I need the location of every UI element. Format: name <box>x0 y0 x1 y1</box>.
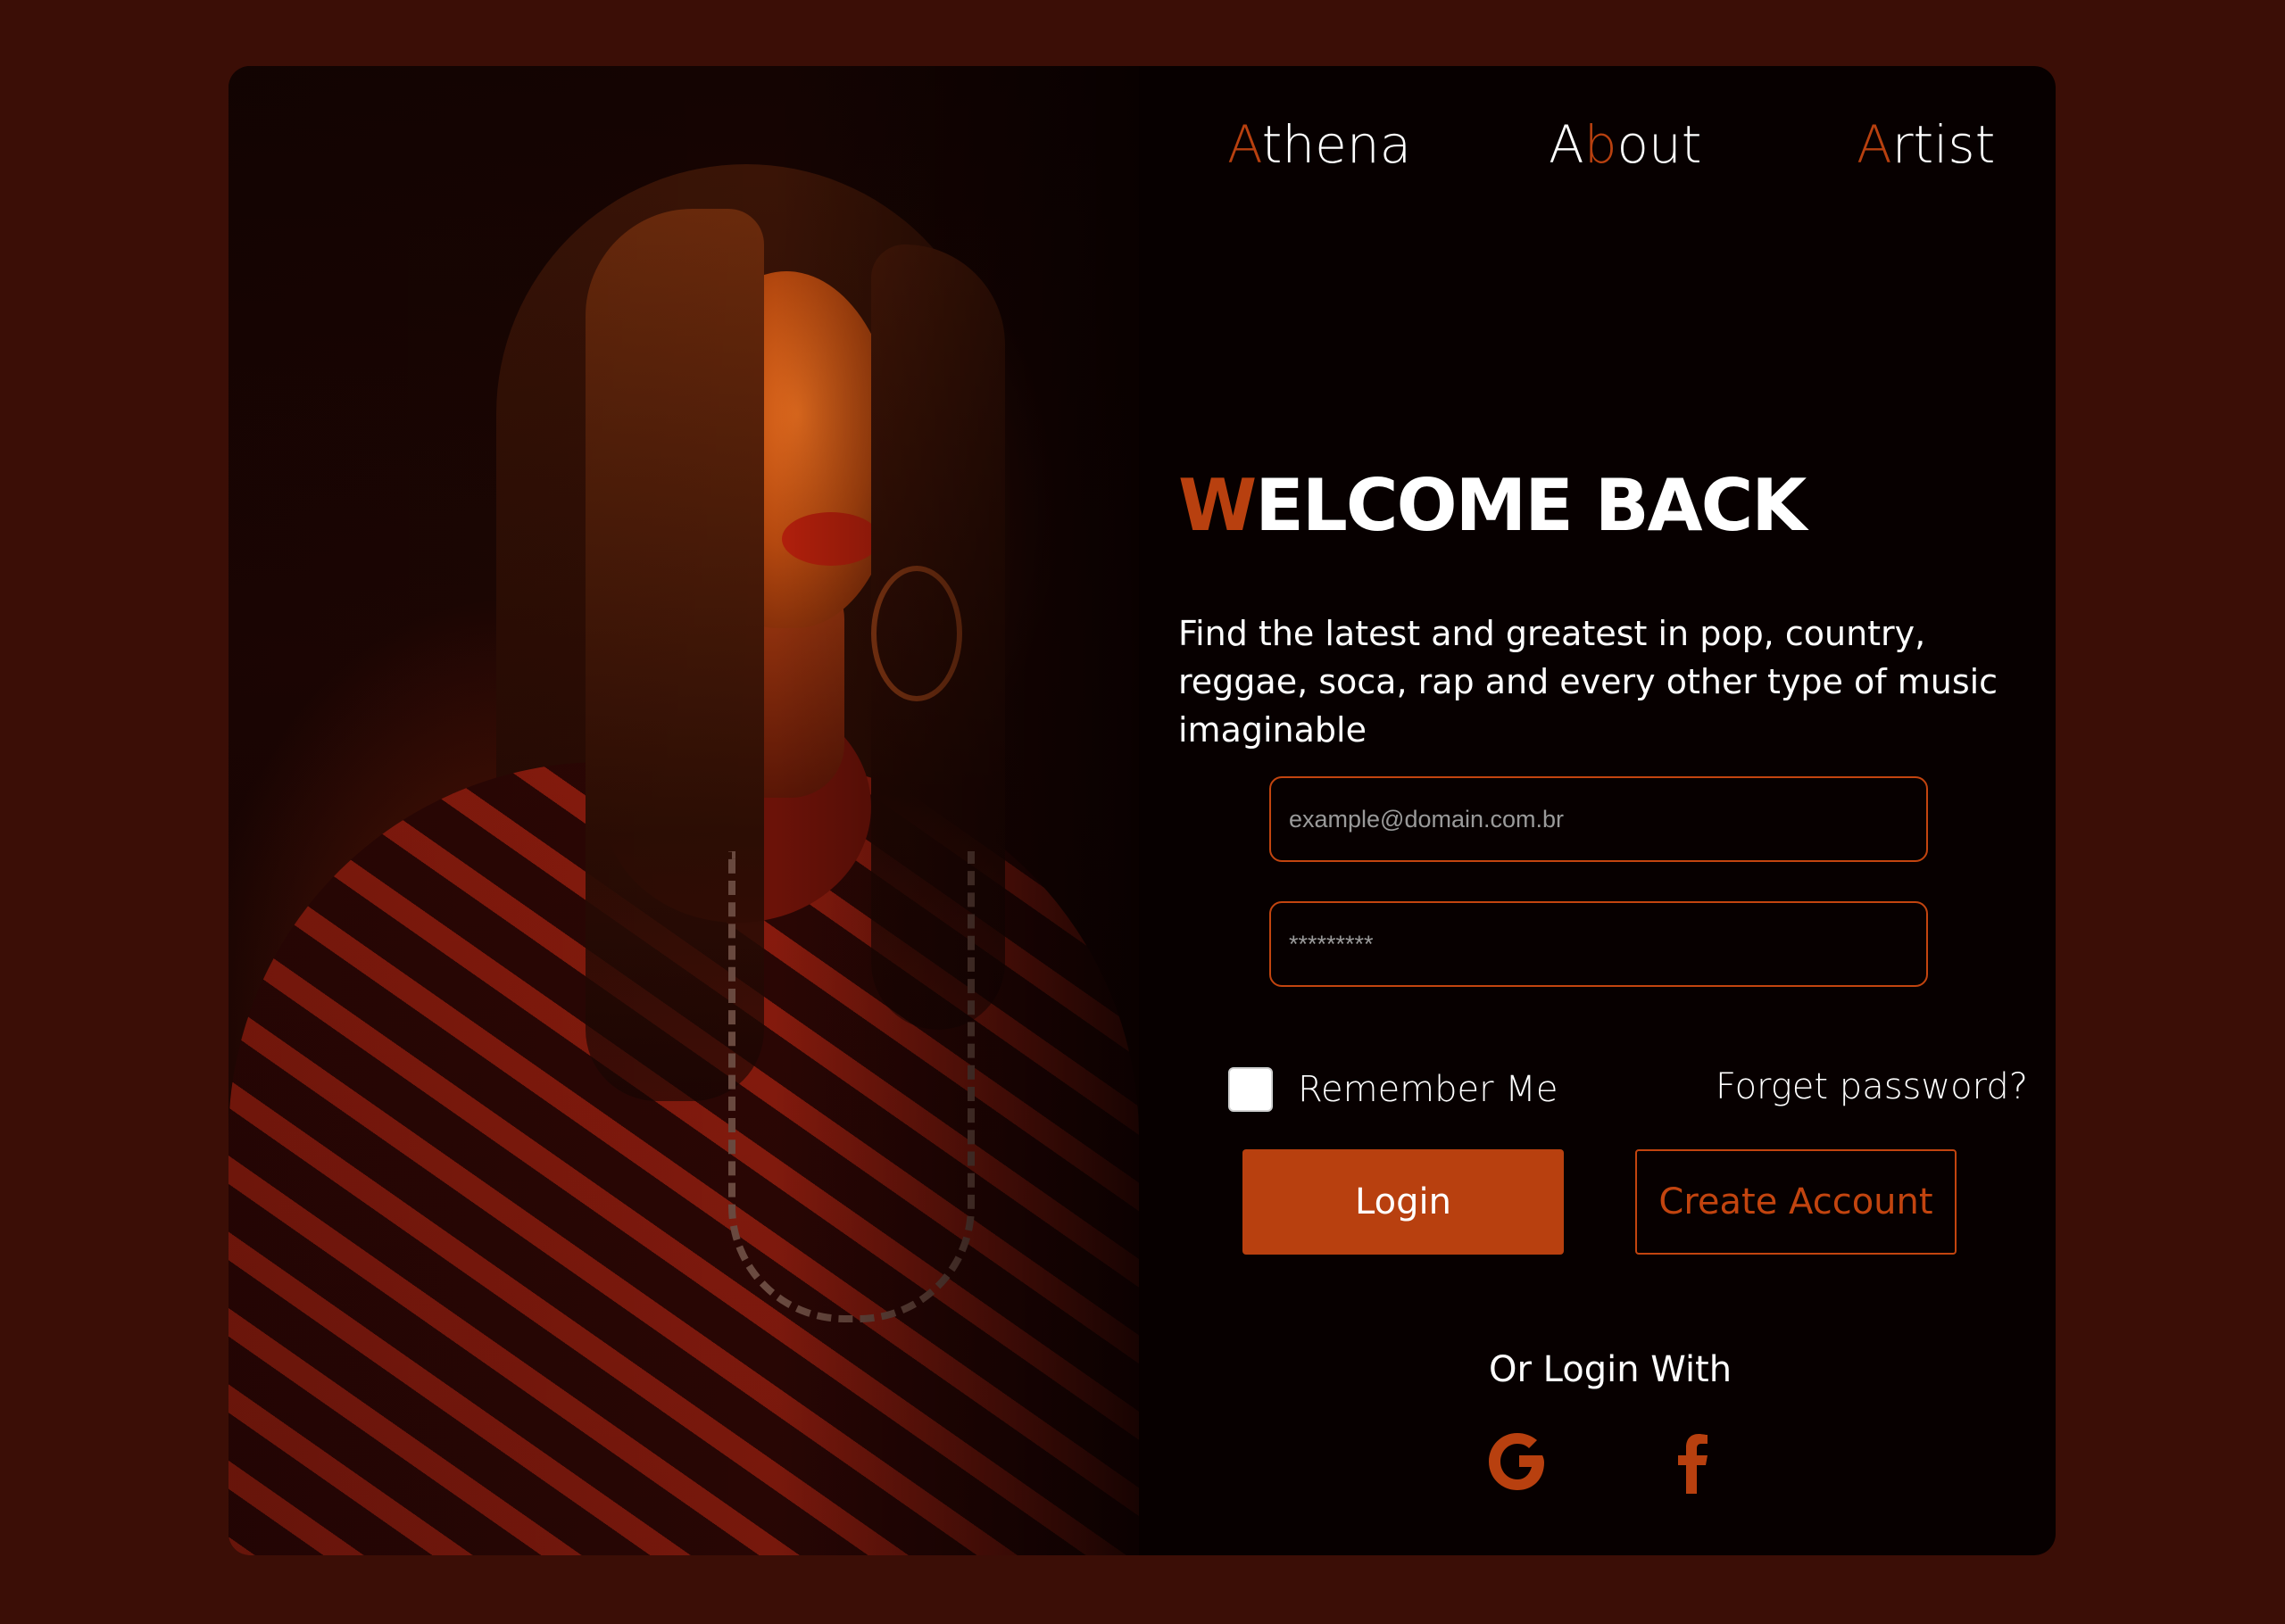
nav-athena-label: thena <box>1261 114 1412 175</box>
nav-about-accent: b <box>1583 114 1617 175</box>
nav-athena[interactable]: Athena <box>1227 114 1411 175</box>
artist-photo <box>228 66 1139 1555</box>
page-title: WELCOME BACK <box>1178 464 1807 547</box>
or-login-with-label: Or Login With <box>1489 1349 1732 1390</box>
nav-artist[interactable]: Artist <box>1857 114 1995 175</box>
remember-me-checkbox[interactable] <box>1228 1067 1273 1112</box>
email-field[interactable] <box>1269 776 1928 862</box>
password-field[interactable] <box>1269 901 1928 987</box>
nav-artist-label: rtist <box>1891 114 1996 175</box>
top-nav: Athena About Artist <box>1000 114 1995 203</box>
forget-password-link[interactable]: Forget password? <box>1716 1066 2028 1107</box>
create-account-button[interactable]: Create Account <box>1635 1149 1957 1255</box>
login-button[interactable]: Login <box>1242 1149 1564 1255</box>
create-account-button-label: Create Account <box>1658 1181 1933 1222</box>
page-title-initial: W <box>1178 464 1257 547</box>
nav-artist-initial: A <box>1857 114 1892 175</box>
login-button-label: Login <box>1355 1181 1451 1222</box>
nav-athena-initial: A <box>1227 114 1262 175</box>
remember-me-label: Remember Me <box>1298 1069 1558 1110</box>
google-icon[interactable] <box>1483 1426 1555 1497</box>
facebook-icon[interactable] <box>1657 1426 1728 1497</box>
tagline: Find the latest and greatest in pop, cou… <box>1178 614 1998 750</box>
page-title-rest: ELCOME BACK <box>1255 464 1807 547</box>
nav-about-lead: A <box>1549 114 1584 175</box>
nav-about[interactable]: About <box>1549 114 1702 175</box>
remember-me[interactable]: Remember Me <box>1228 1066 1558 1113</box>
nav-about-label: out <box>1616 114 1702 175</box>
